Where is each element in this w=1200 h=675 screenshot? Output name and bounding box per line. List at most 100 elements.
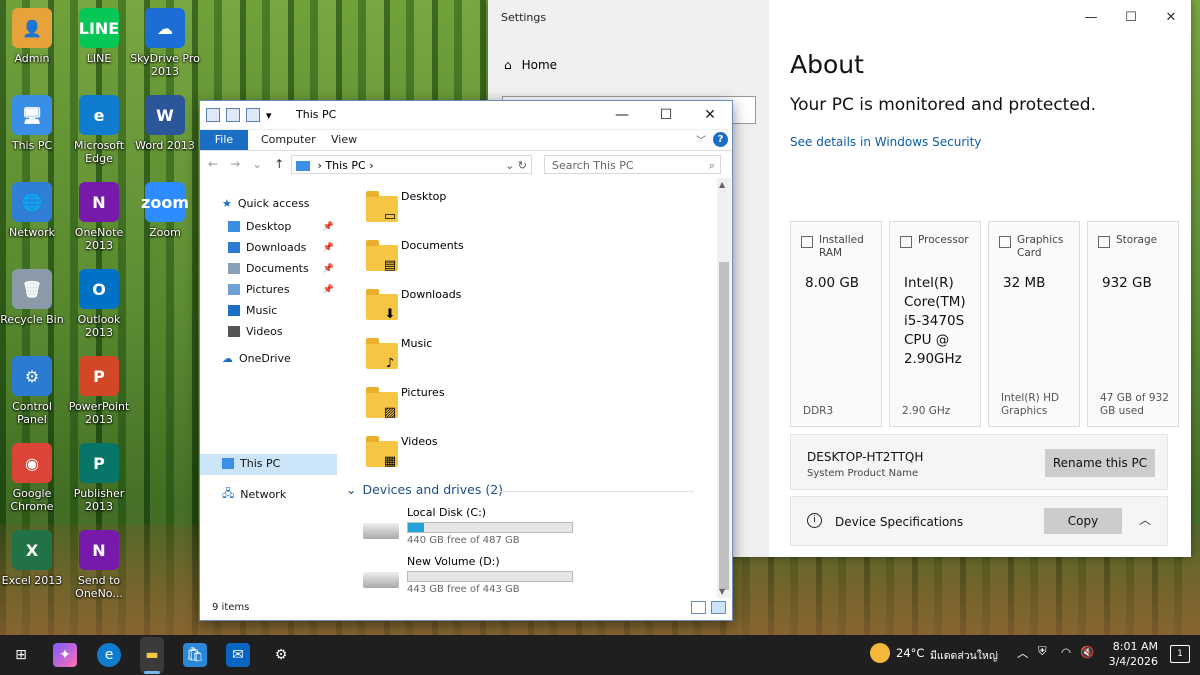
store-icon[interactable]: 🛍 xyxy=(183,643,207,667)
start-button[interactable]: ⊞ xyxy=(9,643,33,667)
folder-item[interactable]: ⬇ Downloads xyxy=(361,286,581,330)
desktop-icon[interactable]: ◉ Google Chrome xyxy=(0,443,68,513)
nav-onedrive[interactable]: ☁ OneDrive xyxy=(222,352,291,365)
address-bar[interactable]: › This PC › ⌄ ↻ xyxy=(291,155,532,174)
chevron-up-icon[interactable]: ︿ xyxy=(1017,645,1029,661)
minimize-button[interactable]: — xyxy=(1071,4,1111,30)
nav-quick-access[interactable]: ★ Quick access xyxy=(222,197,310,210)
edge-icon[interactable]: e xyxy=(97,643,121,667)
folder-icon xyxy=(228,242,240,253)
scroll-up-icon[interactable]: ▲ xyxy=(719,180,725,189)
refresh-icon[interactable]: ⌄ ↻ xyxy=(505,156,527,175)
up-icon[interactable]: ↑ xyxy=(274,157,284,171)
tab-computer[interactable]: Computer xyxy=(261,133,316,146)
nav-item-videos[interactable]: Videos xyxy=(228,325,336,338)
app-icon: e xyxy=(79,95,119,135)
new-folder-icon[interactable] xyxy=(246,108,260,122)
desktop-icon[interactable]: P Publisher 2013 xyxy=(63,443,135,513)
desktop-icon[interactable]: N OneNote 2013 xyxy=(63,182,135,252)
app-icon: X xyxy=(12,530,52,570)
scroll-down-icon[interactable]: ▼ xyxy=(719,587,725,596)
chevron-down-icon: ⌄ xyxy=(346,482,357,497)
weather-text[interactable]: มีแดดส่วนใหญ่ xyxy=(930,647,998,664)
folder-item[interactable]: ▦ Videos xyxy=(361,433,581,477)
desktop-icon[interactable]: 🌐 Network xyxy=(0,182,68,239)
desktop-icon[interactable]: N Send to OneNo... xyxy=(63,530,135,600)
home-nav-item[interactable]: ⌂ Home xyxy=(504,58,557,72)
desktop-icon-label: Network xyxy=(9,226,55,239)
security-details-link[interactable]: See details in Windows Security xyxy=(790,135,981,149)
spec-card: Storage 932 GB 47 GB of 932 GB used xyxy=(1087,221,1179,427)
desktop-icon[interactable]: 🗑 Recycle Bin xyxy=(0,269,68,326)
nav-label: This PC xyxy=(240,457,281,470)
volume-muted-icon[interactable]: 🔇 xyxy=(1080,645,1094,659)
folder-item[interactable]: ▭ Desktop xyxy=(361,188,581,232)
minimize-button[interactable]: — xyxy=(600,101,644,129)
desktop-icon[interactable]: e Microsoft Edge xyxy=(63,95,135,165)
devices-group-header[interactable]: ⌄ Devices and drives (2) xyxy=(346,482,503,497)
expand-ribbon-icon[interactable]: ﹀ xyxy=(696,132,706,147)
nav-this-pc[interactable]: This PC xyxy=(222,457,280,470)
desktop-icon[interactable]: X Excel 2013 xyxy=(0,530,68,587)
close-button[interactable]: ✕ xyxy=(688,101,732,129)
folder-item[interactable]: ♪ Music xyxy=(361,335,581,379)
drive-item[interactable]: Local Disk (C:) 440 GB free of 487 GB xyxy=(361,506,611,550)
copilot-icon[interactable]: ✦ xyxy=(53,643,77,667)
large-icons-view-icon[interactable] xyxy=(711,601,726,614)
pin-icon[interactable]: 📌 xyxy=(323,243,334,253)
rename-pc-button[interactable]: Rename this PC xyxy=(1045,449,1155,477)
forward-icon[interactable]: → xyxy=(230,157,240,171)
notification-icon[interactable]: 1 xyxy=(1170,645,1190,663)
desktop-icon[interactable]: O Outlook 2013 xyxy=(63,269,135,339)
pin-icon[interactable]: 📌 xyxy=(323,285,334,295)
spec-cards: Installed RAM 8.00 GB DDR3 Processor Intel(R… xyxy=(790,221,1179,427)
folder-item[interactable]: ▤ Documents xyxy=(361,237,581,281)
nav-item-documents[interactable]: Documents 📌 xyxy=(228,262,336,275)
nav-network[interactable]: 🖧 Network xyxy=(222,485,286,504)
scrollbar-thumb[interactable] xyxy=(719,262,729,590)
wifi-icon[interactable]: ◠ xyxy=(1061,645,1071,659)
folder-name: Pictures xyxy=(401,386,445,399)
desktop-icon[interactable]: 🖥 This PC xyxy=(0,95,68,152)
desktop-icon[interactable]: W Word 2013 xyxy=(129,95,201,152)
pin-icon[interactable]: 📌 xyxy=(323,264,334,274)
chevron-down-icon[interactable]: ▾ xyxy=(266,109,272,122)
tab-file[interactable]: File xyxy=(200,130,248,150)
settings-gear-icon[interactable]: ⚙ xyxy=(269,643,293,667)
desktop-icon[interactable]: 👤 Admin xyxy=(0,8,68,65)
outlook-icon[interactable]: ✉ xyxy=(226,643,250,667)
back-icon[interactable]: ← xyxy=(208,157,218,171)
maximize-button[interactable]: ☐ xyxy=(644,101,688,129)
pin-icon[interactable]: 📌 xyxy=(323,222,334,232)
search-input[interactable]: Search This PC ⌕ xyxy=(544,155,721,174)
pc-name: DESKTOP-HT2TTQH xyxy=(807,450,924,464)
desktop-icon[interactable]: LINE LINE xyxy=(63,8,135,65)
close-button[interactable]: ✕ xyxy=(1151,4,1191,30)
properties-icon[interactable] xyxy=(226,108,240,122)
maximize-button[interactable]: ☐ xyxy=(1111,4,1151,30)
file-explorer-icon[interactable]: ▬ xyxy=(140,643,164,667)
chevron-up-icon[interactable]: ︿ xyxy=(1139,511,1151,528)
desktop-icon[interactable]: P PowerPoint 2013 xyxy=(63,356,135,426)
item-count: 9 items xyxy=(212,602,250,613)
shield-icon[interactable]: ⛨ xyxy=(1038,644,1047,659)
desktop-icon[interactable]: ☁ SkyDrive Pro 2013 xyxy=(129,8,201,78)
weather-icon[interactable] xyxy=(870,643,890,663)
vertical-scrollbar[interactable]: ▲ ▼ xyxy=(717,178,731,598)
tab-view[interactable]: View xyxy=(331,133,357,146)
weather-temp[interactable]: 24°C xyxy=(896,646,924,660)
device-specs-header[interactable]: i Device Specifications Copy ︿ xyxy=(790,496,1168,546)
nav-item-pictures[interactable]: Pictures 📌 xyxy=(228,283,336,296)
copy-button[interactable]: Copy xyxy=(1044,508,1122,534)
recent-chevron-icon[interactable]: ⌄ xyxy=(252,157,262,171)
drive-item[interactable]: New Volume (D:) 443 GB free of 443 GB xyxy=(361,555,611,599)
folder-item[interactable]: ▨ Pictures xyxy=(361,384,581,428)
desktop-icon[interactable]: zoom Zoom xyxy=(129,182,201,239)
nav-item-music[interactable]: Music xyxy=(228,304,336,317)
details-view-icon[interactable] xyxy=(691,601,706,614)
clock[interactable]: 8:01 AM 3/4/2026 xyxy=(1109,639,1158,669)
desktop-icon[interactable]: ⚙ Control Panel xyxy=(0,356,68,426)
nav-item-desktop[interactable]: Desktop 📌 xyxy=(228,220,336,233)
help-icon[interactable]: ? xyxy=(713,132,728,147)
nav-item-downloads[interactable]: Downloads 📌 xyxy=(228,241,336,254)
